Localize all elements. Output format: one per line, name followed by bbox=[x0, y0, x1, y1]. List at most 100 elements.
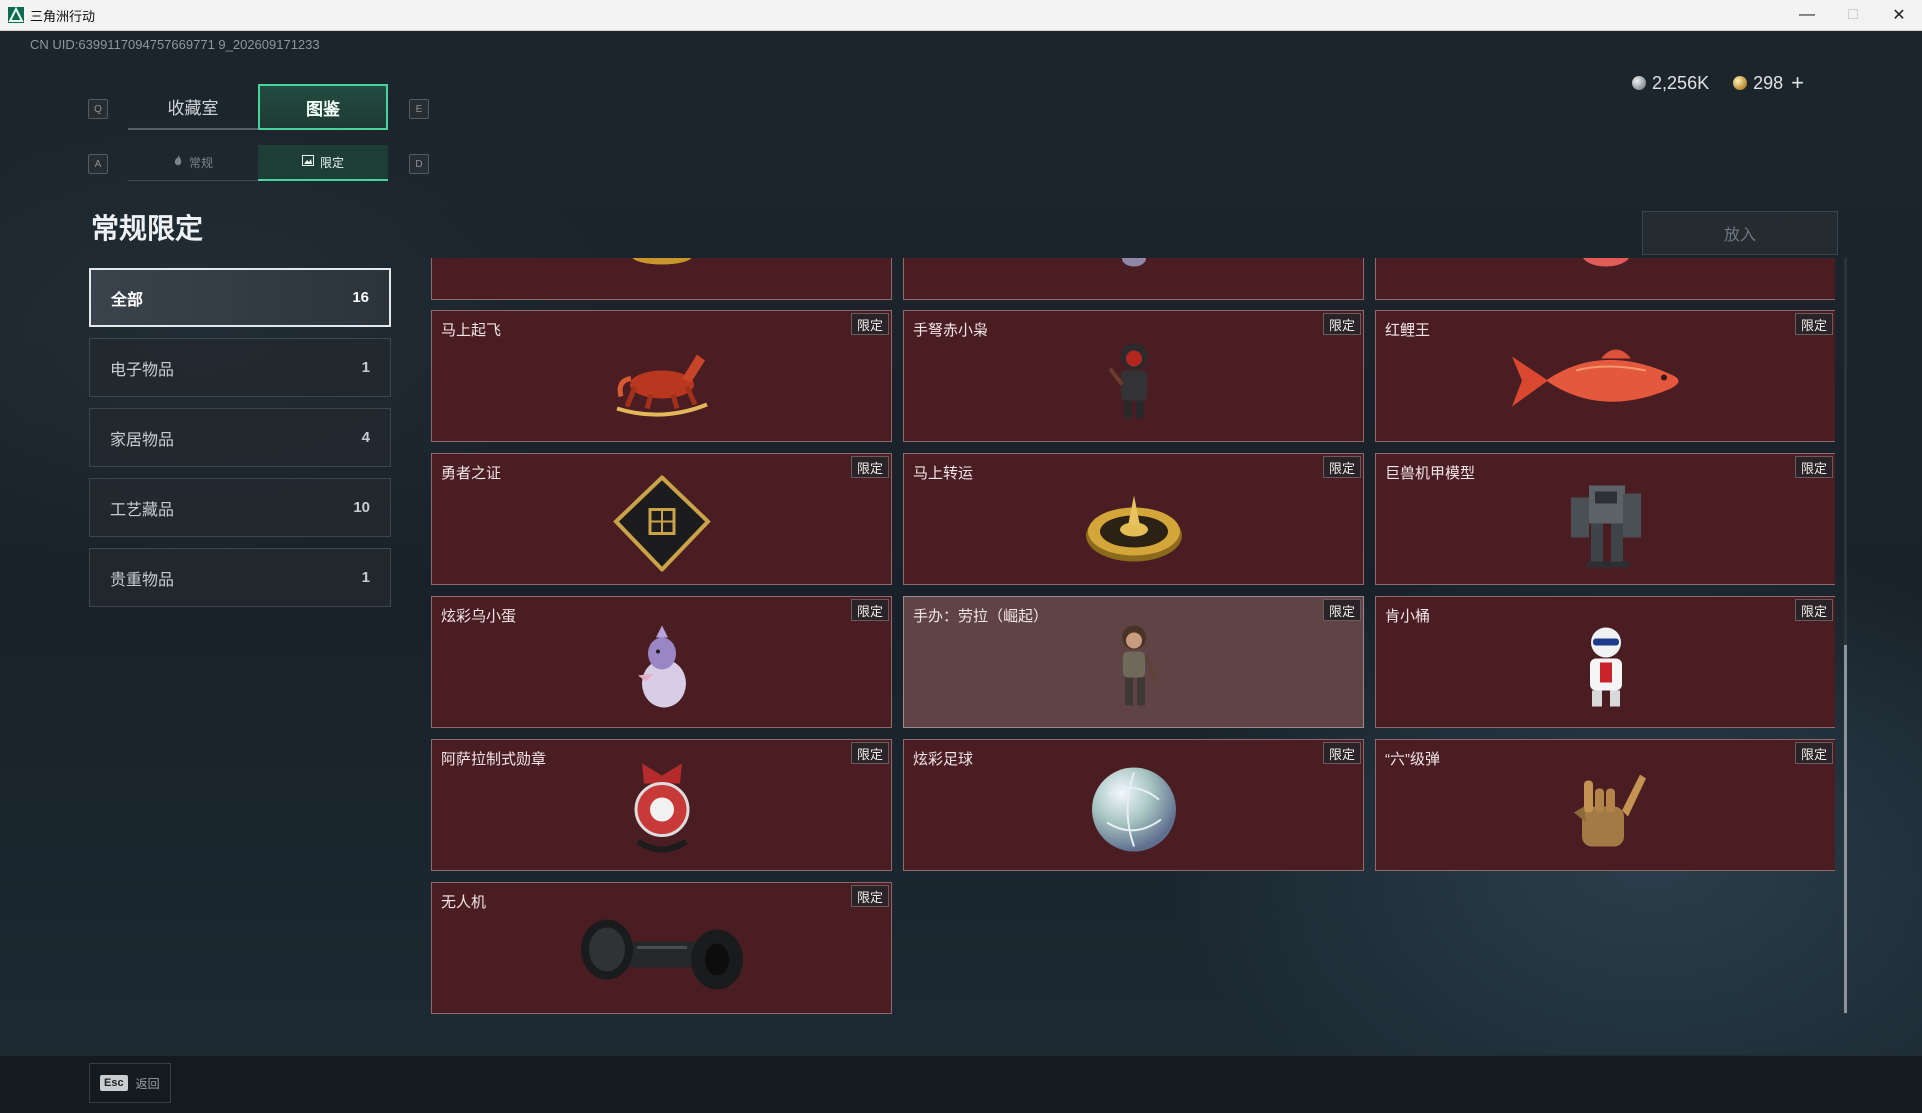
item-card[interactable] bbox=[431, 258, 892, 300]
item-card[interactable]: 红鲤王 限定 bbox=[1375, 310, 1835, 442]
item-name: 马上转运 bbox=[913, 465, 974, 482]
item-name: 肯小桶 bbox=[1385, 608, 1431, 625]
tab-collection-room[interactable]: 收藏室 bbox=[128, 84, 258, 130]
category-label: 工艺藏品 bbox=[110, 501, 175, 519]
item-card[interactable]: 无人机 限定 bbox=[431, 882, 892, 1014]
category-crafts[interactable]: 工艺藏品 10 bbox=[89, 478, 391, 537]
limited-badge: 限定 bbox=[1322, 742, 1361, 764]
rocking-horse-image bbox=[607, 340, 717, 425]
red-carp-image bbox=[1506, 340, 1706, 425]
item-grid-viewport[interactable]: 马上起飞 限定 手弩赤小枭 限定 红鲤王 限定 勇者之证 限定 马上转运 限定 … bbox=[431, 258, 1835, 1014]
item-name: 阿萨拉制式勋章 bbox=[441, 751, 547, 768]
back-button[interactable]: Esc 返回 bbox=[89, 1063, 171, 1103]
silver-coin-icon bbox=[1632, 76, 1647, 90]
esc-key-hint: Esc bbox=[100, 1075, 128, 1091]
item-card[interactable]: 阿萨拉制式勋章 限定 bbox=[431, 739, 892, 871]
subtab-regular-label: 常规 bbox=[188, 156, 213, 170]
window-title: 三角洲行动 bbox=[30, 8, 96, 24]
mech-model-image bbox=[1561, 475, 1651, 576]
item-name: 巨兽机甲模型 bbox=[1385, 465, 1476, 482]
category-count: 4 bbox=[361, 429, 370, 446]
flame-icon bbox=[173, 155, 183, 170]
category-home[interactable]: 家居物品 4 bbox=[89, 408, 391, 467]
item-card[interactable]: 巨兽机甲模型 限定 bbox=[1375, 453, 1835, 585]
item-name: 红鲤王 bbox=[1385, 322, 1431, 339]
item-name: 手弩赤小枭 bbox=[913, 322, 989, 339]
subtab-limited-label: 限定 bbox=[319, 155, 344, 170]
subtab-regular[interactable]: 常规 bbox=[128, 145, 258, 181]
page-title: 常规限定 bbox=[91, 213, 204, 244]
silver-amount: 2,256K bbox=[1652, 72, 1710, 93]
app-logo-icon bbox=[8, 6, 24, 23]
scrollbar-thumb[interactable] bbox=[1844, 645, 1847, 1013]
limited-badge: 限定 bbox=[1794, 313, 1833, 335]
item-card[interactable]: 肯小桶 限定 bbox=[1375, 596, 1835, 728]
item-image bbox=[1114, 258, 1154, 273]
footer-bar bbox=[0, 1055, 1922, 1113]
item-card[interactable] bbox=[1375, 258, 1835, 300]
item-card[interactable]: 马上起飞 限定 bbox=[431, 310, 892, 442]
keyhint-e: E bbox=[409, 99, 429, 119]
limited-badge: 限定 bbox=[850, 599, 889, 621]
limited-badge: 限定 bbox=[850, 742, 889, 764]
limited-badge: 限定 bbox=[1794, 599, 1833, 621]
category-label: 全部 bbox=[111, 291, 144, 309]
maximize-button[interactable]: □ bbox=[1830, 0, 1876, 30]
roulette-image bbox=[1084, 481, 1184, 570]
item-name: 无人机 bbox=[441, 894, 487, 911]
category-electronics[interactable]: 电子物品 1 bbox=[89, 338, 391, 397]
keyhint-q: Q bbox=[88, 99, 108, 119]
category-label: 贵重物品 bbox=[110, 571, 175, 589]
keyhint-d: D bbox=[409, 154, 429, 174]
item-card[interactable] bbox=[903, 258, 1364, 300]
item-name: 勇者之证 bbox=[441, 465, 502, 482]
item-name: 马上起飞 bbox=[441, 322, 502, 339]
category-count: 1 bbox=[361, 569, 370, 586]
limited-badge: 限定 bbox=[1322, 599, 1361, 621]
gold-coin-icon bbox=[1733, 76, 1748, 90]
put-in-button[interactable]: 放入 bbox=[1642, 211, 1838, 255]
sub-tabs: 常规 限定 bbox=[128, 145, 388, 181]
limited-badge: 限定 bbox=[850, 885, 889, 907]
item-card[interactable]: 手办：劳拉（崛起） 限定 bbox=[903, 596, 1364, 728]
medal-image bbox=[622, 761, 702, 862]
back-label: 返回 bbox=[135, 1076, 160, 1091]
minimize-button[interactable]: — bbox=[1784, 0, 1830, 30]
currency-bar: 2,256K 298 + bbox=[1632, 70, 1804, 96]
tab-codex[interactable]: 图鉴 bbox=[258, 84, 388, 130]
category-label: 电子物品 bbox=[110, 361, 175, 379]
category-count: 1 bbox=[361, 359, 370, 376]
kfc-figure-image bbox=[1576, 622, 1636, 715]
crossbow-figure-image bbox=[1104, 338, 1164, 427]
item-name: “六”级弹 bbox=[1385, 751, 1440, 768]
limited-badge: 限定 bbox=[850, 456, 889, 478]
category-all[interactable]: 全部 16 bbox=[89, 268, 391, 327]
item-card[interactable]: 炫彩乌小蛋 限定 bbox=[431, 596, 892, 728]
category-label: 家居物品 bbox=[110, 431, 175, 449]
drone-image bbox=[577, 907, 747, 1002]
category-count: 10 bbox=[353, 499, 370, 516]
add-currency-button[interactable]: + bbox=[1791, 70, 1804, 96]
keyhint-a: A bbox=[88, 154, 108, 174]
item-image bbox=[1576, 258, 1636, 273]
silver-currency: 2,256K bbox=[1632, 73, 1709, 94]
user-uid: CN UID:6399117094757669771 9_20260917123… bbox=[30, 37, 320, 52]
football-image bbox=[1089, 764, 1179, 859]
egg-bird-image bbox=[632, 623, 692, 714]
item-card[interactable]: “六”级弹 限定 bbox=[1375, 739, 1835, 871]
item-card[interactable]: 炫彩足球 限定 bbox=[903, 739, 1364, 871]
item-card[interactable]: 马上转运 限定 bbox=[903, 453, 1364, 585]
subtab-limited[interactable]: 限定 bbox=[258, 145, 388, 181]
limited-badge: 限定 bbox=[1322, 456, 1361, 478]
gold-amount: 298 bbox=[1753, 72, 1784, 93]
item-card[interactable]: 勇者之证 限定 bbox=[431, 453, 892, 585]
window-titlebar: 三角洲行动 — □ ✕ bbox=[0, 0, 1922, 31]
category-count: 16 bbox=[352, 289, 369, 306]
close-button[interactable]: ✕ bbox=[1876, 0, 1922, 30]
item-image bbox=[622, 258, 702, 273]
item-name: 炫彩足球 bbox=[913, 751, 974, 768]
main-tabs: 收藏室 图鉴 bbox=[128, 84, 388, 130]
limited-badge: 限定 bbox=[1322, 313, 1361, 335]
item-card[interactable]: 手弩赤小枭 限定 bbox=[903, 310, 1364, 442]
category-valuables[interactable]: 贵重物品 1 bbox=[89, 548, 391, 607]
